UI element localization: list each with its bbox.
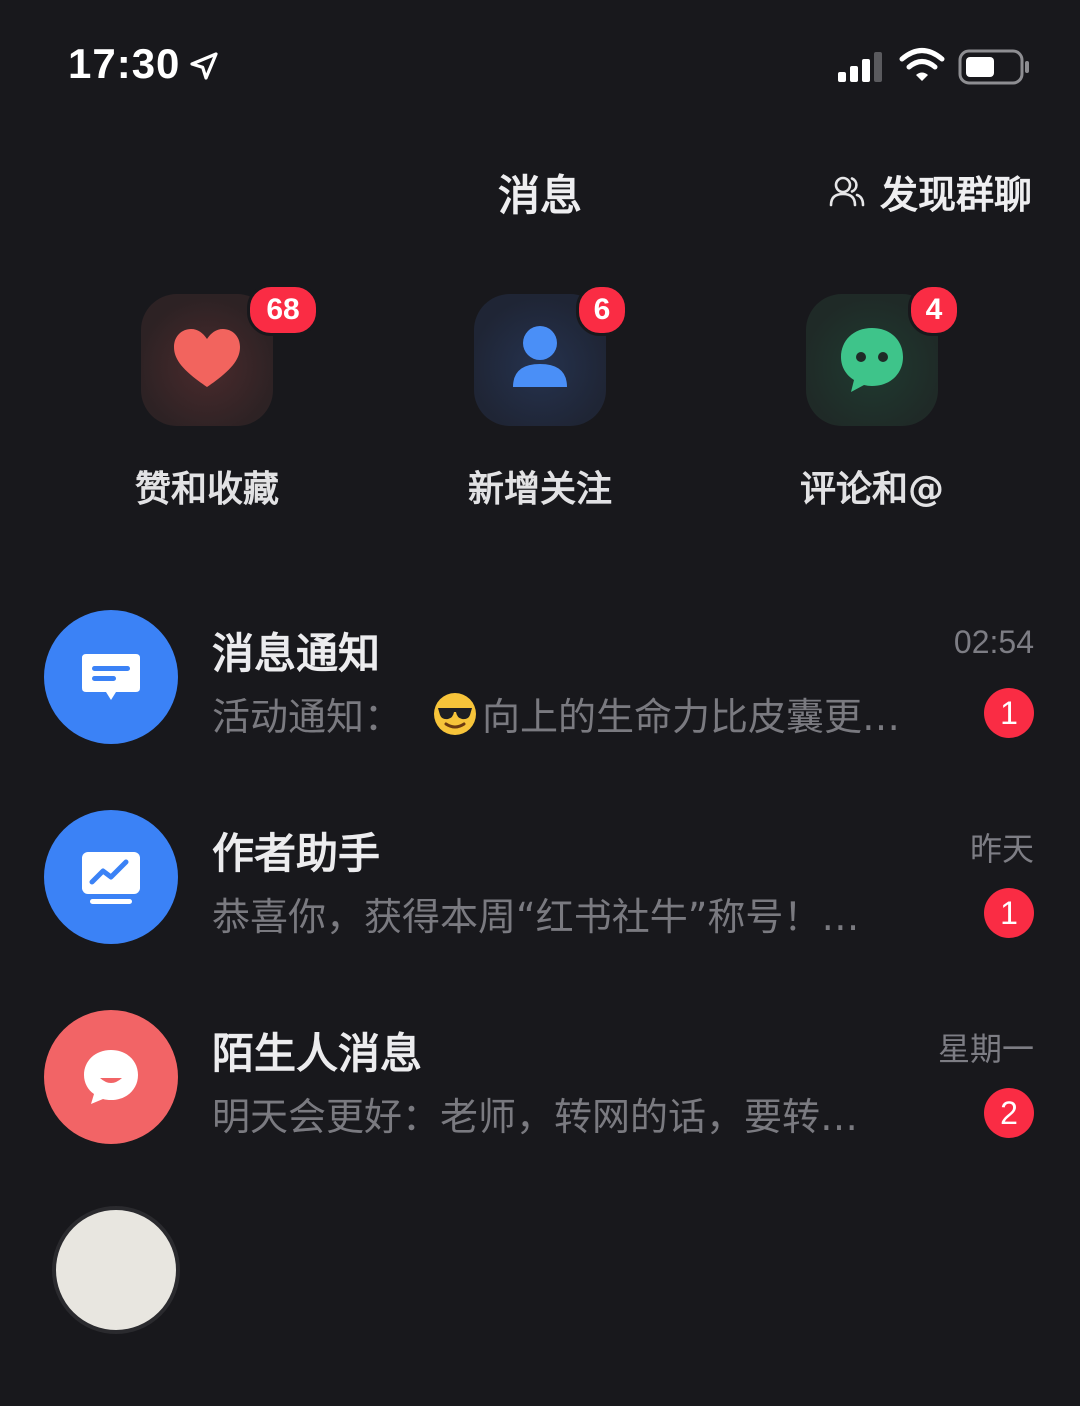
message-row-notifications[interactable]: 消息通知 02:54 活动通知： 向上的生命力比皮囊更… 1	[0, 606, 1080, 806]
shortcut-label: 赞和收藏	[134, 469, 279, 510]
shortcut-label: 新增关注	[467, 469, 612, 510]
status-time: 17:30	[68, 40, 181, 87]
message-preview-prefix: 活动通知：	[212, 695, 403, 739]
unread-badge: 1	[984, 688, 1034, 738]
message-title: 陌生人消息	[212, 1029, 423, 1078]
avatar	[52, 1206, 180, 1334]
shortcut-comments-and-mentions[interactable]: 4 评论和@	[742, 284, 1002, 512]
shortcut-label: 评论和@	[799, 469, 944, 510]
message-preview-text: 向上的生命力比皮囊更…	[482, 695, 901, 739]
comments-tile[interactable]: 4	[806, 284, 960, 426]
avatar	[44, 610, 178, 744]
message-row-strangers[interactable]: 陌生人消息 星期一 明天会更好：老师，转网的话，要转… 2	[0, 1006, 1080, 1206]
person-icon	[513, 326, 567, 387]
cellular-signal-icon	[838, 52, 882, 82]
trend-chart-icon	[82, 852, 140, 904]
message-title: 消息通知	[212, 629, 381, 678]
likes-tile[interactable]: 68	[141, 284, 319, 426]
location-arrow-icon	[190, 52, 218, 80]
message-preview: 明天会更好：老师，转网的话，要转…	[212, 1095, 859, 1139]
message-shortcuts: 68 赞和收藏 6 新增关注 4 评论和@	[0, 284, 1080, 520]
chat-bubble-icon	[84, 1050, 138, 1104]
message-time: 星期一	[937, 1031, 1034, 1067]
message-preview: 恭喜你，获得本周“红书社牛”称号！…	[212, 895, 860, 939]
message-preview: 活动通知： 向上的生命力比皮囊更…	[212, 686, 952, 741]
message-list: 消息通知 02:54 活动通知： 向上的生命力比皮囊更… 1 作者助手 昨天 恭…	[0, 606, 1080, 1406]
discover-group-chat-button[interactable]: 发现群聊	[828, 166, 1032, 217]
group-people-icon	[829, 176, 865, 207]
status-bar: 17:30	[0, 0, 1080, 130]
notification-message-icon	[82, 654, 140, 700]
followers-badge: 6	[576, 284, 628, 336]
comments-badge: 4	[908, 284, 960, 336]
avatar	[44, 1010, 178, 1144]
discover-group-chat-label: 发现群聊	[879, 172, 1032, 217]
likes-badge: 68	[247, 284, 319, 336]
shortcut-likes-and-favorites[interactable]: 68 赞和收藏	[77, 284, 337, 512]
message-time: 昨天	[969, 831, 1034, 867]
wifi-icon	[899, 48, 945, 81]
followers-tile[interactable]: 6	[474, 284, 628, 426]
message-title: 作者助手	[212, 829, 381, 878]
message-time: 02:54	[953, 624, 1034, 660]
sunglasses-emoji-icon	[434, 692, 477, 735]
message-row-partial[interactable]	[0, 1206, 1080, 1406]
unread-badge: 1	[984, 888, 1034, 938]
unread-badge: 2	[984, 1088, 1034, 1138]
battery-icon	[958, 49, 1029, 85]
message-row-author-assistant[interactable]: 作者助手 昨天 恭喜你，获得本周“红书社牛”称号！… 1	[0, 806, 1080, 1006]
avatar	[44, 810, 178, 944]
chat-bubble-icon	[841, 328, 903, 392]
heart-icon	[174, 329, 240, 387]
shortcut-new-followers[interactable]: 6 新增关注	[410, 284, 670, 512]
